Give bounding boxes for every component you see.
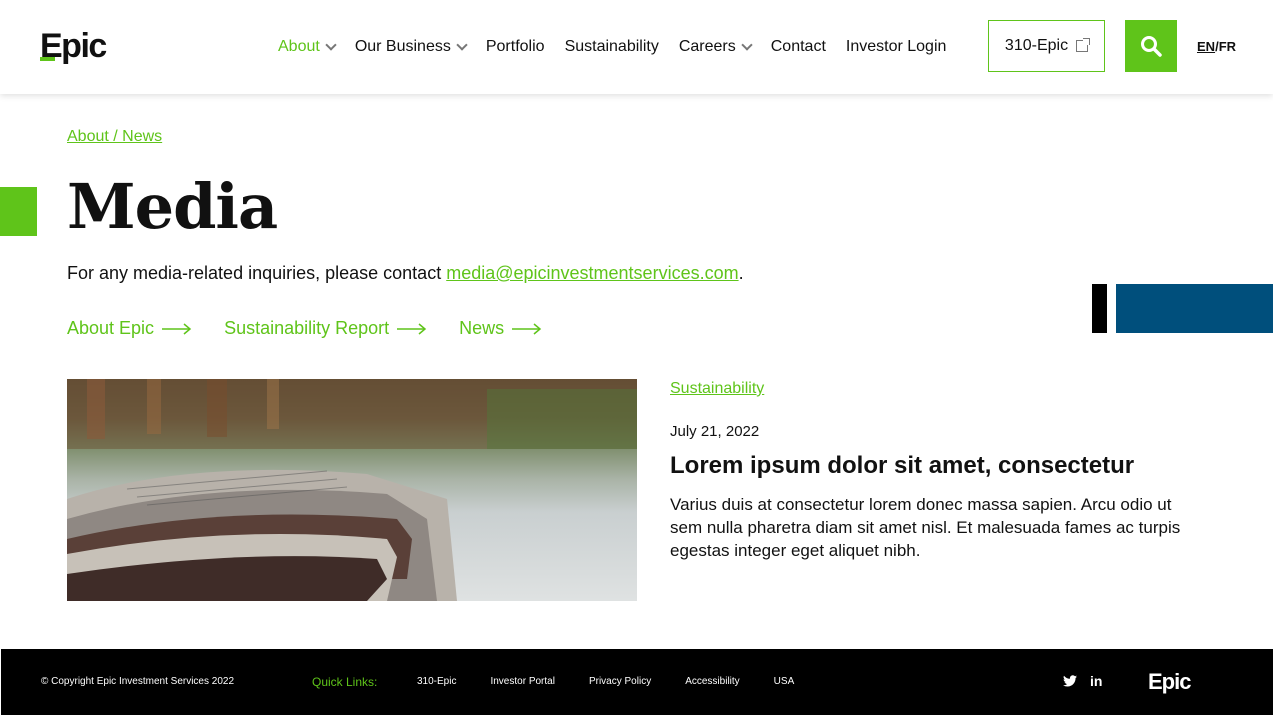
footer-logo-text: Epic [1148, 669, 1191, 694]
sustainability-report-link[interactable]: Sustainability Report [224, 318, 427, 339]
epic-logo[interactable]: Epic [40, 29, 107, 63]
chevron-down-icon [741, 38, 753, 51]
decorative-black-bar [1092, 284, 1107, 333]
arrow-right-icon [512, 322, 542, 335]
arrow-right-icon [162, 322, 192, 335]
link-label: News [459, 318, 505, 338]
nav-item-label: About [278, 38, 320, 55]
decorative-green-block [0, 187, 37, 236]
logo-accent-bar [40, 57, 55, 61]
news-category-link[interactable]: Sustainability [670, 380, 764, 398]
intro-text: For any media-related inquiries, please … [67, 263, 744, 284]
site-footer: © Copyright Epic Investment Services 202… [1, 649, 1273, 715]
nav-item-careers[interactable]: Careers [678, 38, 753, 56]
lang-en-link[interactable]: EN [1197, 39, 1215, 54]
link-label: Sustainability Report [224, 318, 390, 338]
footer-links: 310-Epic Investor Portal Privacy Policy … [417, 676, 828, 687]
footer-epic-logo[interactable]: Epic [1148, 669, 1191, 695]
chevron-down-icon [325, 38, 337, 51]
decorative-blue-block [1116, 284, 1273, 333]
nav-item-label: Portfolio [485, 38, 545, 55]
linkedin-icon[interactable]: in [1090, 673, 1102, 689]
chevron-down-icon [456, 38, 468, 51]
intro-label: For any media-related inquiries, please … [67, 263, 447, 283]
footer-link-privacy-policy[interactable]: Privacy Policy [589, 676, 651, 687]
nav-item-label: Investor Login [845, 38, 947, 55]
copyright-text: © Copyright Epic Investment Services 202… [41, 676, 235, 687]
section-links: About Epic Sustainability Report News [67, 318, 574, 339]
nav-item-investor-login[interactable]: Investor Login [846, 38, 947, 56]
ticker-button[interactable]: 310-Epic [988, 20, 1105, 72]
link-label: About Epic [67, 318, 155, 338]
nav-item-contact[interactable]: Contact [771, 38, 826, 56]
language-switcher: EN/FR [1197, 39, 1236, 54]
nav-item-label: Our Business [354, 38, 451, 55]
nav-item-label: Sustainability [564, 38, 659, 55]
media-email-link[interactable]: media@epicinvestmentservices.com [446, 263, 738, 283]
ticker-button-label: 310-Epic [1004, 37, 1069, 54]
news-link[interactable]: News [459, 318, 542, 339]
main-nav: About Our Business Portfolio Sustainabil… [278, 36, 966, 58]
footer-link-investor-portal[interactable]: Investor Portal [490, 676, 554, 687]
external-link-icon [1076, 38, 1091, 52]
intro-suffix: . [738, 263, 744, 283]
nav-item-label: Careers [678, 38, 736, 55]
quick-links-label: Quick Links: [312, 675, 378, 689]
twitter-icon[interactable] [1063, 675, 1077, 687]
footer-link-accessibility[interactable]: Accessibility [685, 676, 739, 687]
search-button[interactable] [1125, 20, 1177, 72]
nav-item-portfolio[interactable]: Portfolio [486, 38, 545, 56]
nav-item-label: Contact [770, 38, 826, 55]
site-header: Epic About Our Business Portfolio Sustai… [0, 0, 1273, 94]
nav-item-our-business[interactable]: Our Business [354, 38, 468, 56]
news-date: July 21, 2022 [670, 423, 760, 440]
breadcrumb[interactable]: About / News [67, 128, 162, 146]
footer-link-310-epic[interactable]: 310-Epic [417, 676, 456, 687]
nav-item-sustainability[interactable]: Sustainability [565, 38, 659, 56]
search-icon [1141, 36, 1162, 57]
lang-fr-link[interactable]: FR [1219, 39, 1236, 54]
news-image-newspapers[interactable] [67, 379, 637, 601]
nav-item-about[interactable]: About [278, 38, 337, 56]
arrow-right-icon [397, 322, 427, 335]
page-title: Media [67, 170, 278, 243]
about-epic-link[interactable]: About Epic [67, 318, 192, 339]
social-links: in [1063, 673, 1114, 689]
footer-link-usa[interactable]: USA [774, 676, 795, 687]
news-headline[interactable]: Lorem ipsum dolor sit amet, consectetur [670, 452, 1230, 480]
newspaper-stack-illustration [67, 379, 637, 601]
news-excerpt: Varius duis at consectetur lorem donec m… [670, 495, 1181, 560]
